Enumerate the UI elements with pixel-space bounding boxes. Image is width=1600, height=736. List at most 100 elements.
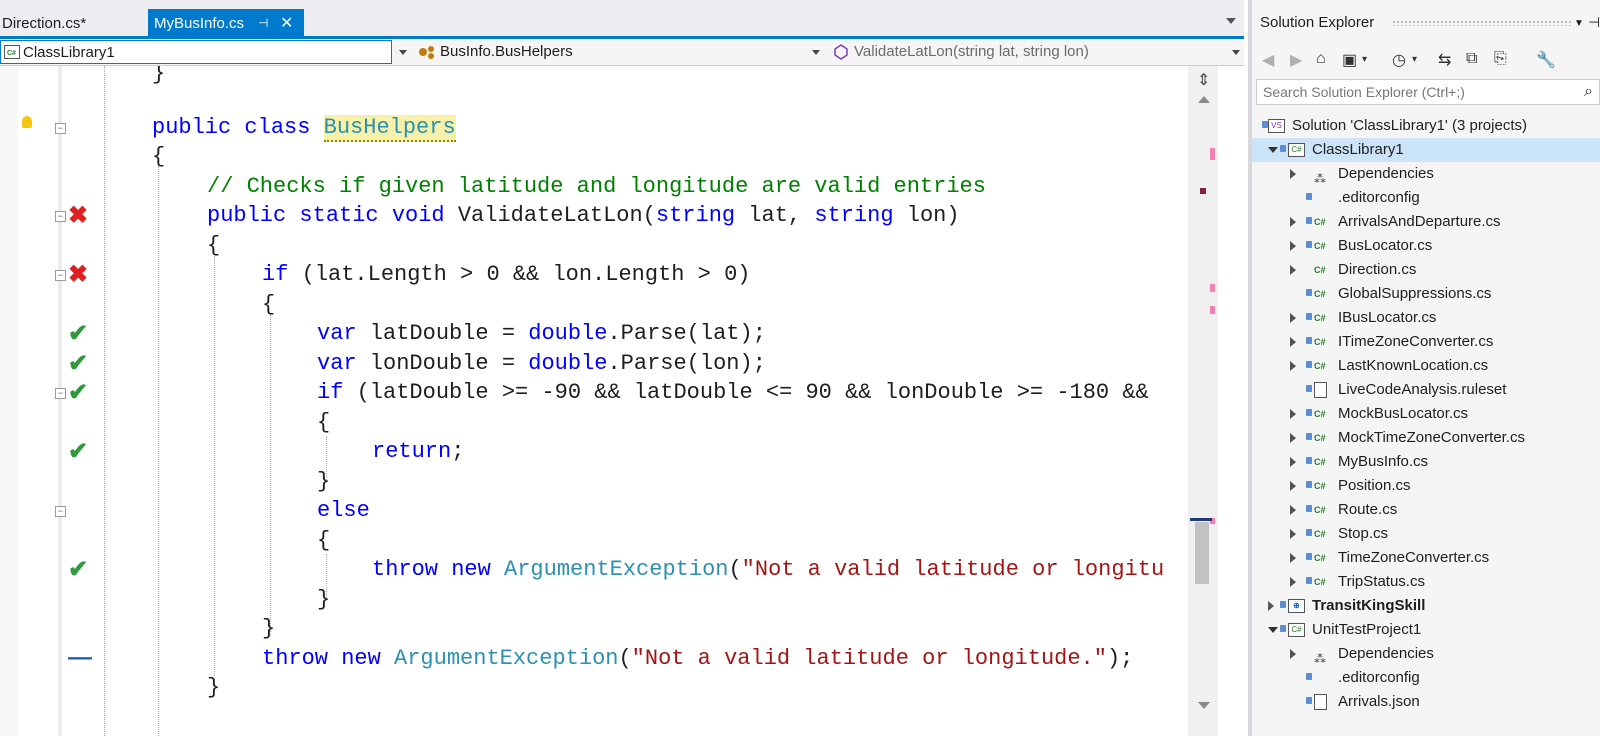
collapsed-arrow-icon[interactable] xyxy=(1268,601,1274,611)
collapsed-arrow-icon[interactable] xyxy=(1290,409,1296,419)
chevron-down-icon[interactable] xyxy=(812,50,820,55)
show-all-files-icon[interactable]: ⎘ xyxy=(1494,50,1507,68)
tree-item[interactable]: C# Stop.cs xyxy=(1252,522,1600,546)
collapse-toggle[interactable]: − xyxy=(55,123,66,134)
tree-item-label: TripStatus.cs xyxy=(1338,573,1425,590)
chevron-down-icon[interactable] xyxy=(399,50,407,55)
project-node[interactable]: C# UnitTestProject1 xyxy=(1252,618,1600,642)
scroll-thumb[interactable] xyxy=(1195,522,1209,584)
collapsed-arrow-icon[interactable] xyxy=(1290,577,1296,587)
test-passing-icon[interactable]: ✔ xyxy=(68,379,88,407)
collapsed-arrow-icon[interactable] xyxy=(1290,169,1296,179)
sync-icon[interactable]: ⇆ xyxy=(1438,50,1451,70)
collapse-all-icon[interactable]: ⧉ xyxy=(1466,50,1477,68)
collapsed-arrow-icon[interactable] xyxy=(1290,337,1296,347)
switch-views-icon[interactable]: ▣ xyxy=(1342,50,1357,70)
collapsed-arrow-icon[interactable] xyxy=(1290,529,1296,539)
test-passing-icon[interactable]: ✔ xyxy=(68,438,88,466)
string-literal: "Not a valid latitude or longitu xyxy=(741,557,1165,582)
tree-item[interactable]: C# Direction.cs xyxy=(1252,258,1600,282)
tree-item[interactable]: C# BusLocator.cs xyxy=(1252,234,1600,258)
member-dropdown[interactable]: ValidateLatLon(string lat, string lon) xyxy=(830,40,1240,64)
close-icon[interactable]: ✕ xyxy=(280,9,293,38)
project-dropdown[interactable]: C# ClassLibrary1 xyxy=(0,40,392,64)
change-marker xyxy=(1210,148,1215,160)
collapsed-arrow-icon[interactable] xyxy=(1290,313,1296,323)
project-node[interactable]: C# ClassLibrary1 xyxy=(1252,138,1600,162)
properties-wrench-icon[interactable]: 🔧 xyxy=(1536,50,1556,70)
tree-item[interactable]: Arrivals.json xyxy=(1252,690,1600,714)
collapsed-arrow-icon[interactable] xyxy=(1290,457,1296,467)
collapse-toggle[interactable]: − xyxy=(55,388,66,399)
tree-item[interactable]: .editorconfig xyxy=(1252,186,1600,210)
tree-item[interactable]: C# Route.cs xyxy=(1252,498,1600,522)
tree-item[interactable]: .editorconfig xyxy=(1252,666,1600,690)
tree-item-label: Dependencies xyxy=(1338,165,1434,182)
collapsed-arrow-icon[interactable] xyxy=(1290,361,1296,371)
test-passing-icon[interactable]: ✔ xyxy=(68,350,88,378)
pending-changes-filter-icon[interactable]: ◷ xyxy=(1392,50,1406,70)
home-icon[interactable]: ⌂ xyxy=(1316,50,1326,68)
collapse-toggle[interactable]: − xyxy=(55,211,66,222)
tree-item[interactable]: C# IBusLocator.cs xyxy=(1252,306,1600,330)
test-failing-icon[interactable]: ✖ xyxy=(68,261,88,289)
collapsed-arrow-icon[interactable] xyxy=(1290,649,1296,659)
lightbulb-icon[interactable] xyxy=(22,116,32,128)
collapsed-arrow-icon[interactable] xyxy=(1290,433,1296,443)
method-name: ValidateLatLon( xyxy=(457,203,656,228)
forward-icon[interactable]: ▶ xyxy=(1290,50,1302,70)
solution-node[interactable]: VS Solution 'ClassLibrary1' (3 projects) xyxy=(1252,114,1600,138)
tree-item[interactable]: C# LastKnownLocation.cs xyxy=(1252,354,1600,378)
panel-drag-handle[interactable] xyxy=(1392,20,1572,26)
tree-item-label: ClassLibrary1 xyxy=(1312,141,1404,158)
collapsed-arrow-icon[interactable] xyxy=(1290,241,1296,251)
test-passing-icon[interactable]: ✔ xyxy=(68,320,88,348)
not-covered-icon[interactable]: — xyxy=(68,644,92,672)
chevron-down-icon[interactable] xyxy=(1232,50,1240,55)
collapsed-arrow-icon[interactable] xyxy=(1290,265,1296,275)
back-icon[interactable]: ◀ xyxy=(1262,50,1274,70)
tree-item[interactable]: LiveCodeAnalysis.ruleset xyxy=(1252,378,1600,402)
tree-item[interactable]: C# TimeZoneConverter.cs xyxy=(1252,546,1600,570)
panel-menu-chevron-icon[interactable]: ▼ xyxy=(1574,18,1584,29)
scroll-down-icon[interactable] xyxy=(1198,702,1210,709)
string-literal: "Not a valid latitude or longitude." xyxy=(631,646,1107,671)
code-editor[interactable]: − − − − − ✖ ✖ ✔ ✔ ✔ ✔ ✔ — } public class… xyxy=(0,66,1218,736)
collapsed-arrow-icon[interactable] xyxy=(1290,553,1296,563)
expanded-arrow-icon[interactable] xyxy=(1268,147,1278,153)
tree-item[interactable]: ⁂ Dependencies xyxy=(1252,162,1600,186)
chevron-down-icon[interactable]: ▾ xyxy=(1362,54,1367,65)
expanded-arrow-icon[interactable] xyxy=(1268,627,1278,633)
tree-item[interactable]: ⁂ Dependencies xyxy=(1252,642,1600,666)
tree-item[interactable]: C# GlobalSuppressions.cs xyxy=(1252,282,1600,306)
collapsed-arrow-icon[interactable] xyxy=(1290,505,1296,515)
editor-scrollbar[interactable]: ⇕ xyxy=(1188,66,1218,736)
collapsed-arrow-icon[interactable] xyxy=(1290,217,1296,227)
split-window-icon[interactable]: ⇕ xyxy=(1197,70,1210,90)
tree-item-label: LiveCodeAnalysis.ruleset xyxy=(1338,381,1507,398)
tab-mybusinfo-cs[interactable]: MyBusInfo.cs ⊣ ✕ xyxy=(148,9,304,38)
tab-direction-cs[interactable]: Direction.cs* xyxy=(0,9,145,38)
project-node[interactable]: ⊕ TransitKingSkill xyxy=(1252,594,1600,618)
type-dropdown[interactable]: BusInfo.BusHelpers xyxy=(414,40,822,64)
keyword: throw new xyxy=(372,557,505,582)
collapse-toggle[interactable]: − xyxy=(55,270,66,281)
tree-item[interactable]: C# MockTimeZoneConverter.cs xyxy=(1252,426,1600,450)
tree-item[interactable]: C# TripStatus.cs xyxy=(1252,570,1600,594)
tab-overflow-dropdown-icon[interactable] xyxy=(1226,18,1236,24)
tree-item[interactable]: C# ITimeZoneConverter.cs xyxy=(1252,330,1600,354)
tree-item[interactable]: C# Position.cs xyxy=(1252,474,1600,498)
tree-item[interactable]: C# MyBusInfo.cs xyxy=(1252,450,1600,474)
test-passing-icon[interactable]: ✔ xyxy=(68,556,88,584)
tree-item[interactable]: C# MockBusLocator.cs xyxy=(1252,402,1600,426)
search-input[interactable]: Search Solution Explorer (Ctrl+;) ⌕ xyxy=(1256,79,1600,105)
collapse-toggle[interactable]: − xyxy=(55,506,66,517)
lock-icon xyxy=(1306,697,1312,704)
keyword: throw new xyxy=(262,646,395,671)
test-failing-icon[interactable]: ✖ xyxy=(68,202,88,230)
collapsed-arrow-icon[interactable] xyxy=(1290,481,1296,491)
chevron-down-icon[interactable]: ▾ xyxy=(1412,54,1417,65)
pin-icon[interactable]: ⊣ xyxy=(258,9,268,38)
scroll-up-icon[interactable] xyxy=(1198,96,1210,103)
tree-item[interactable]: C# ArrivalsAndDeparture.cs xyxy=(1252,210,1600,234)
